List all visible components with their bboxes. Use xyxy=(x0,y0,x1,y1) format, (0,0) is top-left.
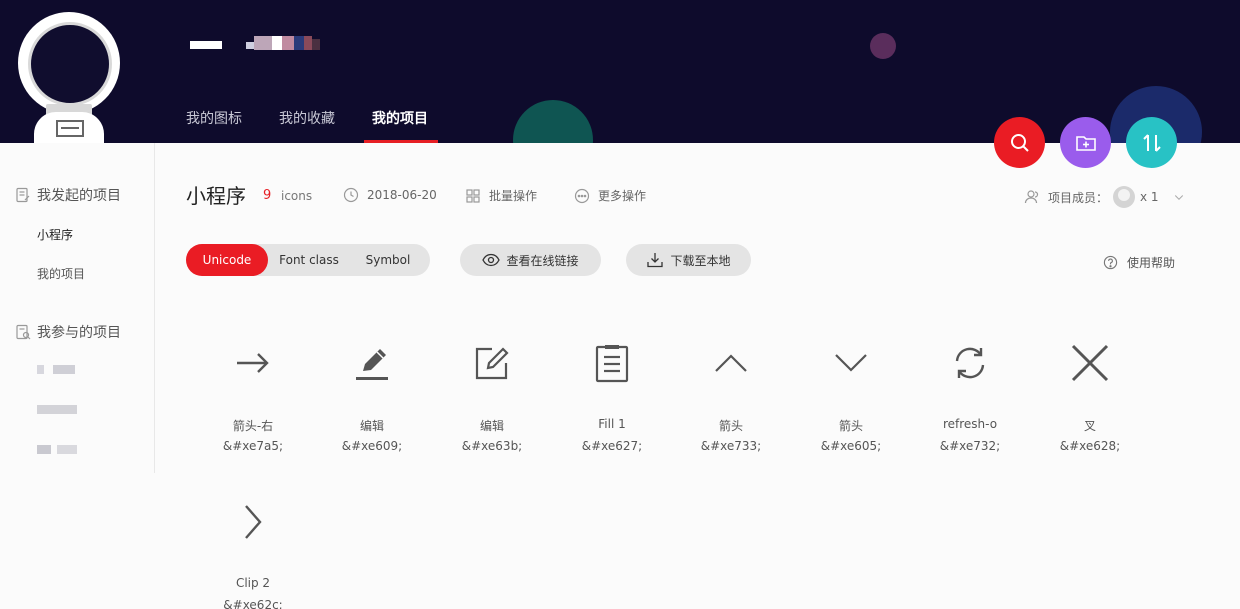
icon-name: 叉 xyxy=(1083,419,1096,433)
nav-my-favorites[interactable]: 我的收藏 xyxy=(279,108,335,128)
user-avatar[interactable] xyxy=(18,12,122,143)
more-dots-icon xyxy=(574,188,590,203)
project-members[interactable]: 项目成员： x 1 xyxy=(1024,186,1185,208)
sort-arrows-icon xyxy=(1142,133,1161,152)
clock-icon xyxy=(343,187,359,203)
icon-name: 编辑 xyxy=(479,419,504,433)
folder-plus-icon xyxy=(1075,135,1096,151)
icon-card[interactable]: Fill 1 &#xe627; xyxy=(552,343,672,473)
sidebar-section-title: 我参与的项目 xyxy=(37,325,121,341)
decor-circle xyxy=(870,33,896,59)
member-avatar xyxy=(1113,186,1136,208)
nav-my-icons[interactable]: 我的图标 xyxy=(186,108,242,128)
icon-name: Fill 1 xyxy=(598,417,626,431)
decor-circle xyxy=(513,100,593,143)
sidebar-section-title: 我发起的项目 xyxy=(37,188,121,204)
more-operations-button[interactable]: 更多操作 xyxy=(574,187,646,204)
sidebar-item-my-project[interactable]: 我的项目 xyxy=(37,265,85,282)
arrow-right-icon xyxy=(237,353,269,373)
chevron-right-icon xyxy=(245,505,262,539)
tab-unicode[interactable]: Unicode xyxy=(186,244,268,276)
import-button[interactable] xyxy=(1126,117,1177,168)
edit-square-icon xyxy=(475,347,509,380)
eye-icon xyxy=(482,253,501,267)
sidebar-item-mini-program[interactable]: 小程序 xyxy=(37,226,73,243)
username-redacted xyxy=(190,36,325,50)
icon-code: &#xe63b; xyxy=(461,439,523,453)
icon-card[interactable]: 箭头 &#xe605; xyxy=(791,343,911,473)
project-list-icon xyxy=(16,187,30,203)
chevron-up-icon xyxy=(715,354,747,372)
new-project-button[interactable] xyxy=(1060,117,1111,168)
project-title: 小程序 xyxy=(186,184,246,208)
more-operations-label: 更多操作 xyxy=(598,189,647,203)
project-date-text: 2018-06-20 xyxy=(367,188,437,202)
help-link[interactable]: 使用帮助 xyxy=(1103,254,1175,271)
icon-code: &#xe732; xyxy=(939,439,1001,453)
members-label: 项目成员： xyxy=(1048,190,1109,205)
help-label: 使用帮助 xyxy=(1127,256,1176,270)
pencil-icon xyxy=(356,349,388,380)
refresh-icon xyxy=(955,347,985,379)
icon-card[interactable]: 编辑 &#xe609; xyxy=(312,343,432,473)
members-count: x 1 xyxy=(1140,190,1159,204)
icon-name: 编辑 xyxy=(359,419,384,433)
batch-operations-button[interactable]: 批量操作 xyxy=(465,187,537,204)
view-online-link-label: 查看在线链接 xyxy=(506,253,579,268)
icon-name: 箭头 xyxy=(838,419,863,433)
icon-count: 9 xyxy=(263,188,272,203)
icon-code: &#xe627; xyxy=(581,439,643,453)
tab-symbol[interactable]: Symbol xyxy=(350,244,426,276)
question-circle-icon xyxy=(1103,255,1118,270)
tab-font-class[interactable]: Font class xyxy=(268,244,350,276)
batch-grid-icon xyxy=(466,188,480,203)
users-icon xyxy=(1024,190,1039,204)
project-date: 2018-06-20 xyxy=(343,187,437,203)
search-icon xyxy=(1010,133,1029,152)
batch-operations-label: 批量操作 xyxy=(489,189,538,203)
icon-name: 箭头-右 xyxy=(232,419,274,433)
icon-card[interactable]: Clip 2 &#xe62c; xyxy=(193,502,313,609)
icon-name: Clip 2 xyxy=(235,576,271,590)
search-button[interactable] xyxy=(994,117,1045,168)
sidebar-item-redacted[interactable] xyxy=(37,445,77,454)
icon-code: &#xe62c; xyxy=(223,598,283,609)
icon-card[interactable]: refresh-o &#xe732; xyxy=(910,343,1030,473)
nav-my-projects[interactable]: 我的项目 xyxy=(372,108,428,128)
download-label: 下载至本地 xyxy=(670,253,731,268)
code-format-tabs: Unicode Font class Symbol xyxy=(186,244,430,276)
download-button[interactable]: 下载至本地 xyxy=(626,244,751,276)
icon-code: &#xe628; xyxy=(1059,439,1121,453)
clipboard-icon xyxy=(595,345,629,383)
chevron-down-icon xyxy=(835,354,867,372)
close-icon xyxy=(1071,344,1109,382)
project-search-icon xyxy=(16,324,31,340)
sidebar-section-created[interactable]: 我发起的项目 xyxy=(15,185,121,205)
sidebar-item-redacted[interactable] xyxy=(37,405,77,414)
header-banner: 我的图标 我的收藏 我的项目 xyxy=(0,0,1240,143)
sidebar: 我发起的项目 小程序 我的项目 我参与的项目 xyxy=(0,143,155,473)
icon-card[interactable]: 编辑 &#xe63b; xyxy=(432,343,552,473)
icon-count-label: icons xyxy=(281,189,313,203)
icon-code: &#xe609; xyxy=(341,439,403,453)
icon-name: 箭头 xyxy=(718,419,743,433)
icon-card[interactable]: 箭头 &#xe733; xyxy=(671,343,791,473)
download-icon xyxy=(647,253,664,268)
icon-code: &#xe7a5; xyxy=(222,439,284,453)
icon-name: refresh-o xyxy=(942,417,998,431)
icon-card[interactable]: 叉 &#xe628; xyxy=(1030,343,1150,473)
view-online-link-button[interactable]: 查看在线链接 xyxy=(460,244,601,276)
icon-card[interactable]: 箭头-右 &#xe7a5; xyxy=(193,343,313,473)
sidebar-section-joined[interactable]: 我参与的项目 xyxy=(15,322,121,342)
nav-active-indicator xyxy=(364,140,438,143)
icon-code: &#xe733; xyxy=(700,439,762,453)
icon-code: &#xe605; xyxy=(820,439,882,453)
sidebar-item-redacted[interactable] xyxy=(37,365,75,374)
chevron-down-icon xyxy=(1174,195,1183,200)
